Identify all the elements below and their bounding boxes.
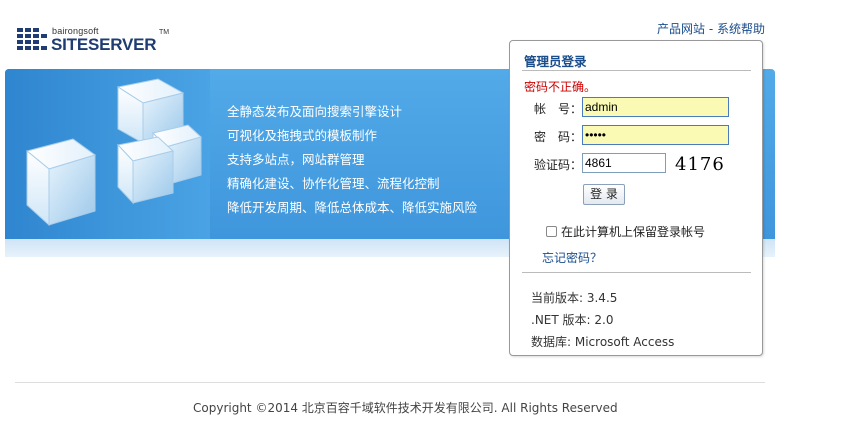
feature-list: 全静态发布及面向搜索引擎设计 可视化及拖拽式的模板制作 支持多站点，网站群管理 … xyxy=(227,100,477,220)
remember-option[interactable]: 在此计算机上保留登录帐号 xyxy=(546,223,705,240)
title-divider xyxy=(522,70,751,71)
feature-item: 支持多站点，网站群管理 xyxy=(227,152,365,167)
logo-product: SITESERVER xyxy=(51,35,157,54)
login-panel: 管理员登录 密码不正确。 帐 号： 密 码： 验证码： 4176 登 录 在此计… xyxy=(509,40,763,356)
logo: bairongsoft SITESERVER TM xyxy=(17,26,177,56)
remember-checkbox[interactable] xyxy=(546,226,557,237)
captcha-input[interactable] xyxy=(582,153,666,173)
login-title: 管理员登录 xyxy=(524,54,587,69)
system-help-link[interactable]: 系统帮助 xyxy=(717,22,765,36)
dotnet-info: .NET 版本: 2.0 xyxy=(531,313,614,327)
info-divider xyxy=(522,272,751,273)
password-label: 密 码： xyxy=(534,130,583,144)
feature-item: 可视化及拖拽式的模板制作 xyxy=(227,128,378,143)
forgot-password-link[interactable]: 忘记密码？ xyxy=(542,249,602,266)
footer-divider xyxy=(15,382,765,383)
logo-grid-icon xyxy=(17,28,47,52)
feature-item: 全静态发布及面向搜索引擎设计 xyxy=(227,104,403,119)
top-links: 产品网站 - 系统帮助 xyxy=(657,20,765,37)
product-site-link[interactable]: 产品网站 xyxy=(657,22,705,36)
username-input[interactable] xyxy=(582,97,729,117)
remember-label: 在此计算机上保留登录帐号 xyxy=(561,225,706,239)
login-button[interactable]: 登 录 xyxy=(583,184,625,205)
feature-item: 降低开发周期、降低总体成本、降低实施风险 xyxy=(227,200,478,215)
captcha-label: 验证码： xyxy=(534,158,583,172)
error-message: 密码不正确。 xyxy=(524,80,597,94)
database-info: 数据库: Microsoft Access xyxy=(531,335,675,349)
feature-item: 精确化建设、协作化管理、流程化控制 xyxy=(227,176,440,191)
logo-trademark: TM xyxy=(159,29,170,36)
captcha-image[interactable]: 4176 xyxy=(675,154,725,175)
version-info: 当前版本: 3.4.5 xyxy=(531,291,618,305)
copyright: Copyright ©2014 北京百容千域软件技术开发有限公司. All Ri… xyxy=(193,401,618,415)
cubes-icon xyxy=(25,78,202,227)
link-separator: - xyxy=(705,22,717,36)
password-input[interactable] xyxy=(582,125,729,145)
username-label: 帐 号： xyxy=(534,102,583,116)
